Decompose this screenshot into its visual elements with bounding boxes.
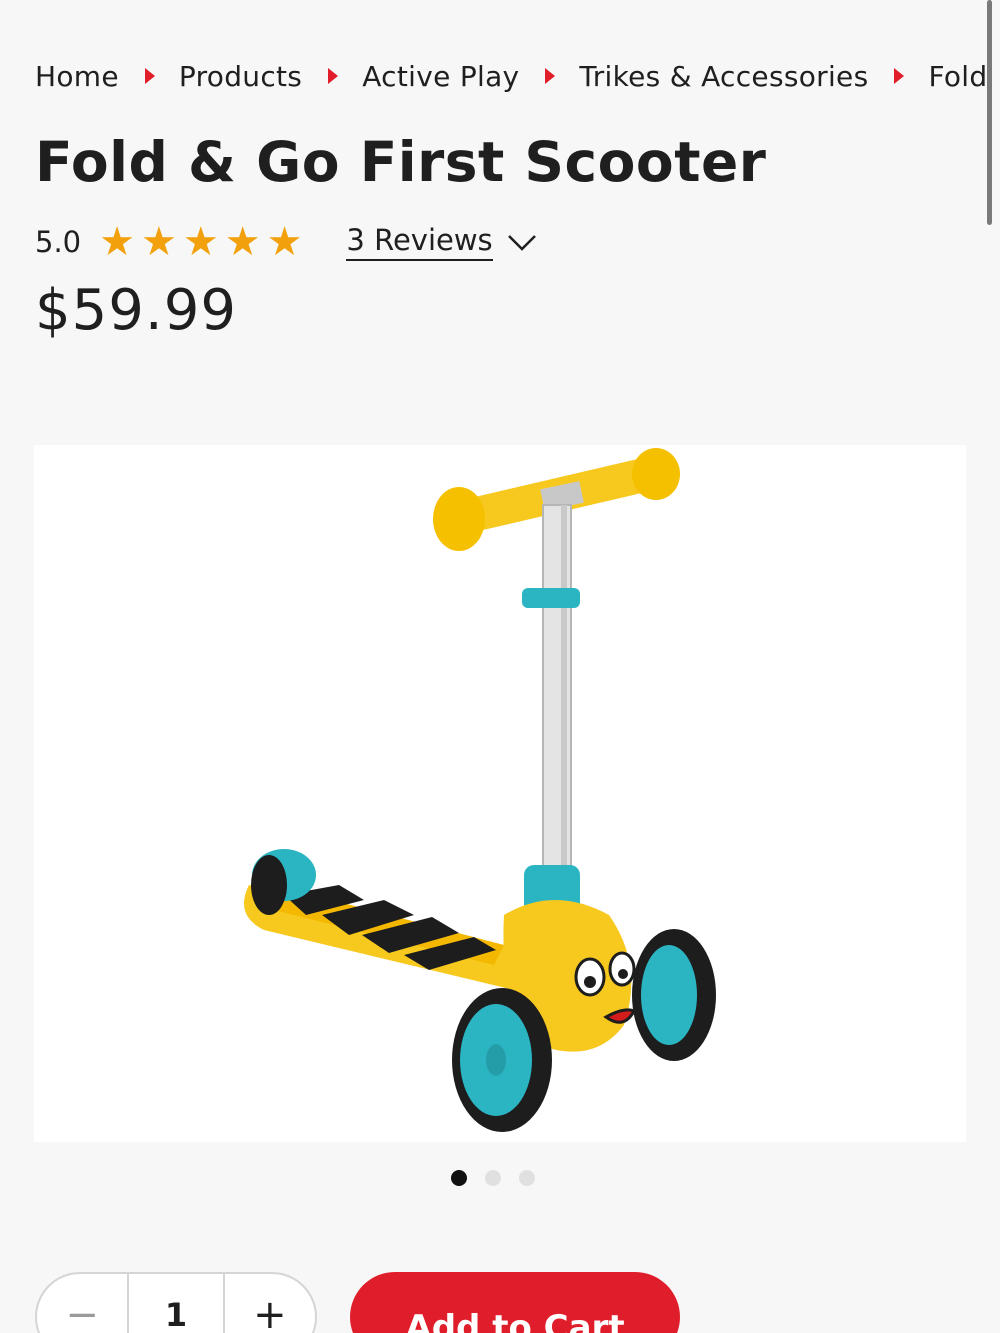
rating-row: 5.0 ★ ★ ★ ★ ★ 3 Reviews <box>35 220 537 264</box>
rating-value: 5.0 <box>35 225 82 259</box>
gallery-pagination <box>451 1170 553 1186</box>
breadcrumb-trikes-accessories[interactable]: Trikes & Accessories <box>579 60 868 93</box>
caret-right-icon <box>894 68 905 84</box>
breadcrumb-home[interactable]: Home <box>35 60 119 93</box>
star-icon: ★ <box>140 219 177 265</box>
product-image[interactable] <box>34 445 966 1142</box>
caret-right-icon <box>545 68 556 84</box>
star-icon: ★ <box>182 219 219 265</box>
reviews-link[interactable]: 3 Reviews <box>346 223 493 261</box>
star-icon: ★ <box>99 219 135 265</box>
breadcrumb-active-play[interactable]: Active Play <box>362 60 519 93</box>
breadcrumb: Home Products Active Play Trikes & Acces… <box>35 56 1000 96</box>
breadcrumb-products[interactable]: Products <box>179 60 302 93</box>
scooter-illustration <box>244 448 716 1132</box>
quantity-value[interactable]: 1 <box>127 1274 225 1333</box>
gallery-dot-1[interactable] <box>451 1170 467 1186</box>
scrollbar[interactable] <box>987 0 992 225</box>
gallery-dot-3[interactable] <box>519 1170 535 1186</box>
gallery-dot-2[interactable] <box>485 1170 501 1186</box>
star-rating: ★ ★ ★ ★ ★ <box>99 222 308 262</box>
star-icon: ★ <box>224 219 261 265</box>
product-price: $59.99 <box>35 278 237 343</box>
product-title: Fold & Go First Scooter <box>35 130 767 194</box>
caret-right-icon <box>144 68 155 84</box>
quantity-increase-button[interactable]: + <box>225 1274 315 1333</box>
breadcrumb-current-product[interactable]: Fold <box>928 60 987 93</box>
chevron-down-icon[interactable] <box>507 232 537 252</box>
quantity-stepper: − 1 + <box>35 1272 317 1333</box>
caret-right-icon <box>328 68 339 84</box>
add-to-cart-button[interactable]: Add to Cart <box>350 1272 680 1333</box>
star-icon: ★ <box>266 219 303 265</box>
quantity-decrease-button[interactable]: − <box>37 1274 127 1333</box>
